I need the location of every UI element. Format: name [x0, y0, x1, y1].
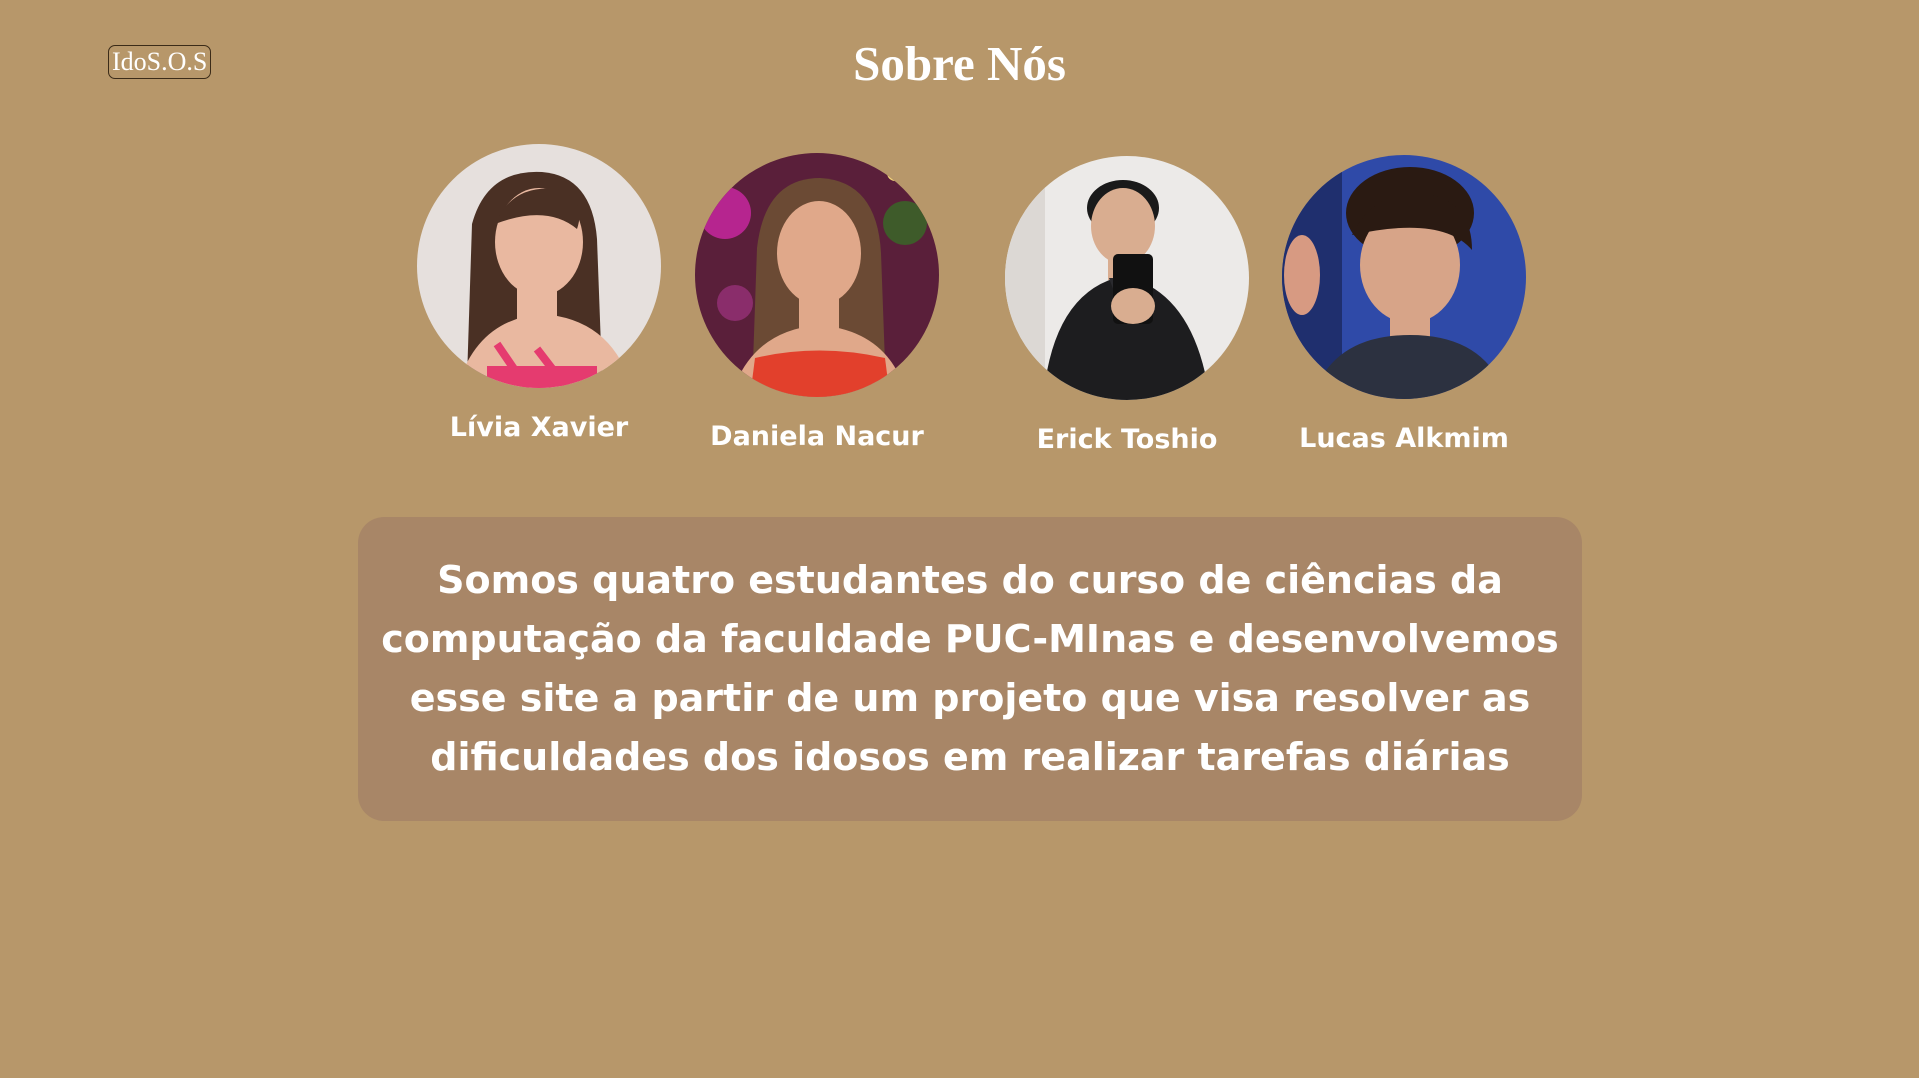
page-title: Sobre Nós: [853, 36, 1066, 91]
member-name: Daniela Nacur: [710, 421, 924, 452]
member-name: Lucas Alkmim: [1299, 423, 1509, 454]
team-member-lucas: Lucas Alkmim: [1254, 155, 1554, 455]
about-card: Somos quatro estudantes do curso de ciên…: [358, 517, 1582, 821]
member-name: Lívia Xavier: [449, 412, 629, 443]
about-page: IdoS.O.S Sobre Nós Lívia Xavier Daniela …: [0, 0, 1919, 1078]
member-name: Erick Toshio: [1036, 424, 1218, 455]
about-description: Somos quatro estudantes do curso de ciên…: [381, 558, 1559, 779]
member-photo: [417, 144, 661, 388]
member-photo: [1282, 155, 1526, 399]
member-photo: [1005, 156, 1249, 400]
team-member-erick: Erick Toshio: [977, 156, 1277, 456]
member-photo: [695, 153, 939, 397]
team-member-daniela: Daniela Nacur: [667, 153, 967, 453]
team-member-livia: Lívia Xavier: [389, 144, 689, 444]
